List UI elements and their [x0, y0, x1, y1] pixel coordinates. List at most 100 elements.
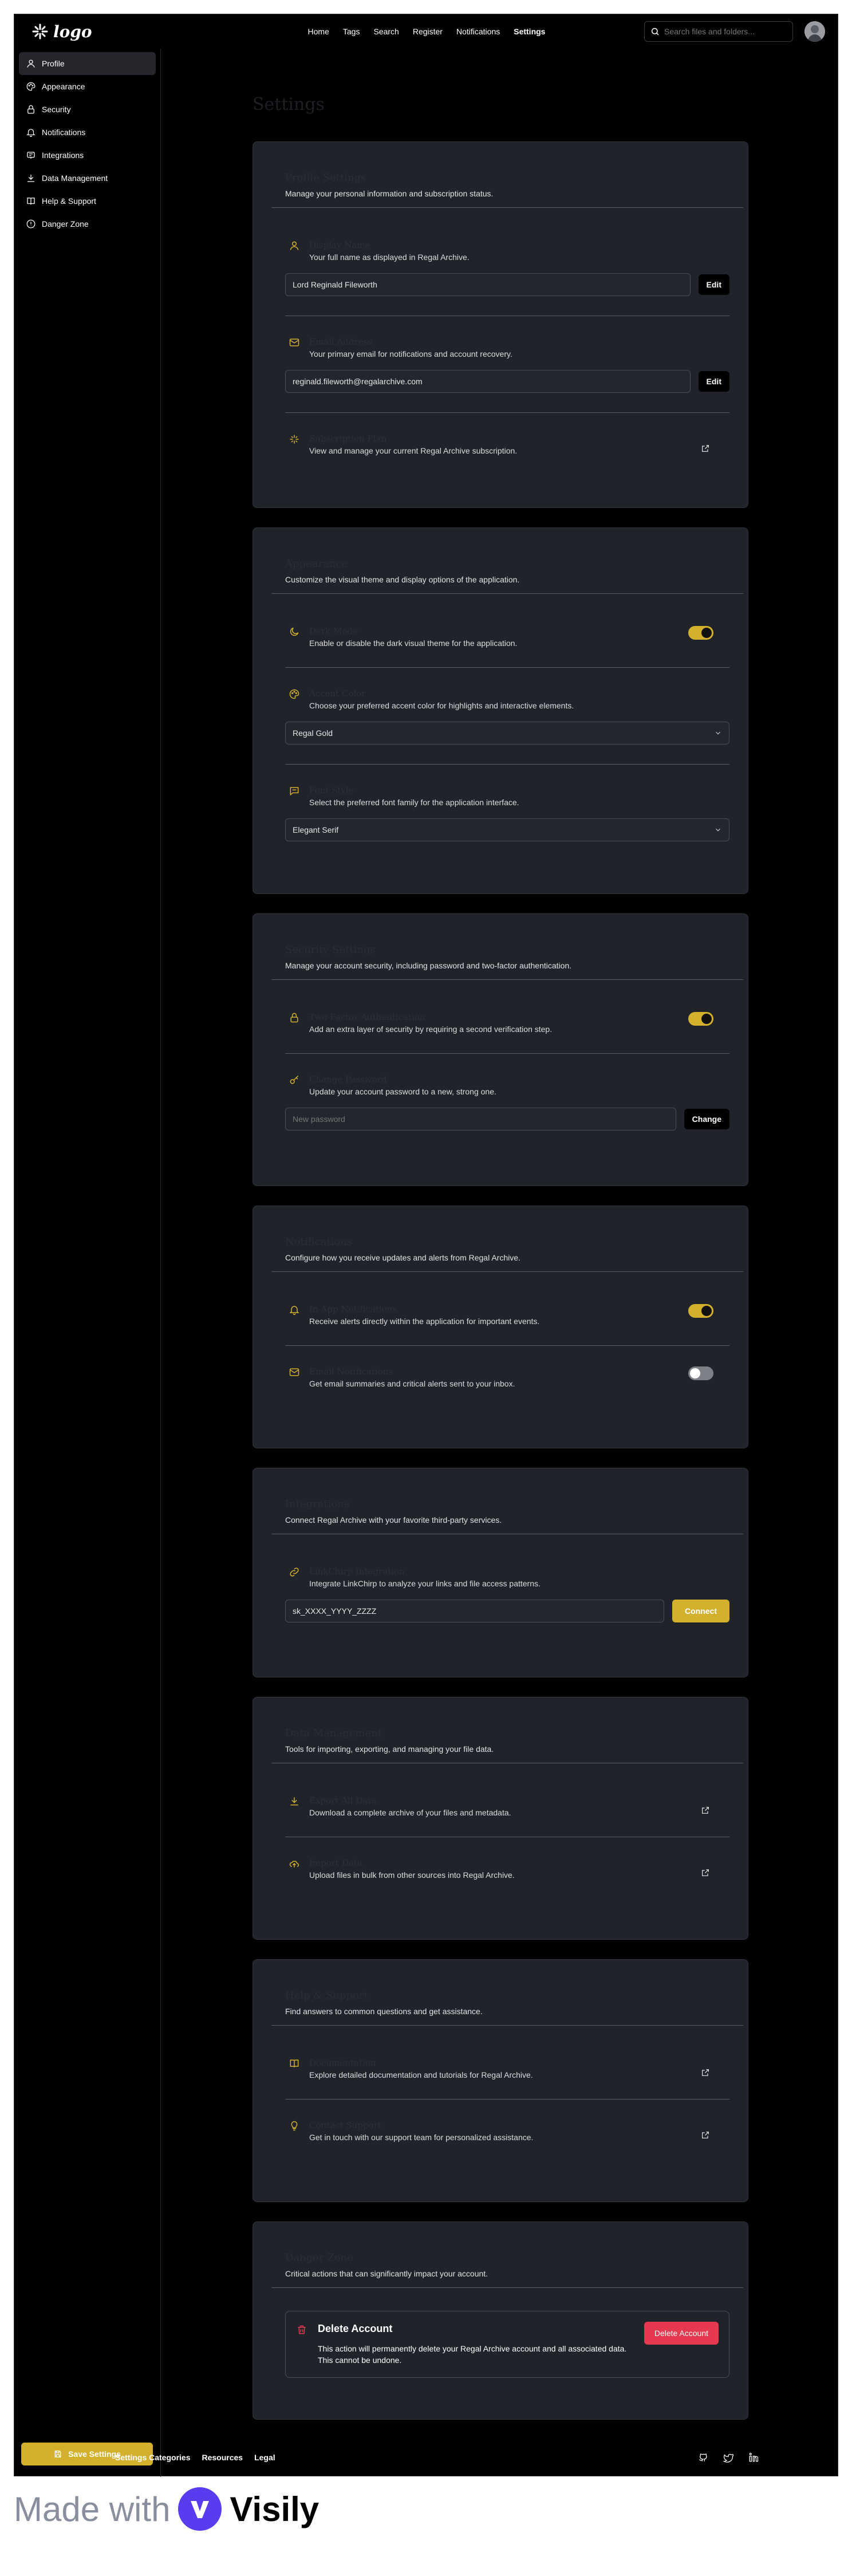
mail-icon: [289, 1366, 300, 1378]
external-link-icon[interactable]: [701, 2130, 710, 2140]
api-key-input[interactable]: [285, 1600, 664, 1622]
edit-name-button[interactable]: Edit: [698, 274, 729, 295]
download-icon: [289, 1795, 300, 1807]
email-setting: Email Address Your primary email for not…: [285, 337, 729, 393]
card-desc: Connect Regal Archive with your favorite…: [285, 1515, 502, 1525]
search-input[interactable]: [664, 27, 779, 36]
external-link-icon[interactable]: [701, 1868, 710, 1877]
logo[interactable]: logo: [31, 22, 92, 41]
setting-title: Import Data: [309, 1858, 362, 1868]
sidebar-item-danger-zone[interactable]: Danger Zone: [19, 212, 156, 235]
sidebar-item-data-management[interactable]: Data Management: [19, 167, 156, 190]
setting-desc: Upload files in bulk from other sources …: [309, 1870, 515, 1880]
nav-search[interactable]: Search: [373, 27, 399, 36]
select-value: Regal Gold: [293, 728, 333, 738]
card-desc: Customize the visual theme and display o…: [285, 575, 520, 584]
display-name-input[interactable]: [285, 273, 691, 296]
lock-icon: [27, 105, 34, 114]
moon-icon: [289, 626, 300, 637]
two-factor-toggle[interactable]: [688, 1012, 713, 1026]
setting-desc: Integrate LinkChirp to analyze your link…: [309, 1579, 541, 1588]
user-icon: [27, 60, 35, 68]
profile-card: Profile Settings Manage your personal in…: [253, 141, 748, 508]
sidebar-item-appearance[interactable]: Appearance: [19, 75, 156, 98]
accent-color-select[interactable]: Regal Gold: [285, 722, 729, 745]
footer-links: Settings Categories Resources Legal: [115, 2453, 275, 2462]
setting-title: LinkChirp Integration: [309, 1566, 405, 1577]
card-desc: Manage your personal information and sub…: [285, 189, 494, 198]
top-navbar: logo Home Tags Search Register Notificat…: [14, 14, 839, 49]
main-nav: Home Tags Search Register Notifications …: [308, 27, 546, 36]
card-title: Security Settings: [285, 944, 376, 956]
subscription-setting[interactable]: Subscription Plan View and manage your c…: [285, 434, 729, 455]
external-link-icon[interactable]: [701, 1806, 710, 1815]
palette-icon: [289, 688, 300, 700]
footer-link-legal[interactable]: Legal: [254, 2453, 275, 2462]
sidebar-item-profile[interactable]: Profile: [19, 52, 156, 75]
toggle-knob: [701, 628, 712, 638]
nav-home[interactable]: Home: [308, 27, 329, 36]
visily-v-mark: [191, 2501, 210, 2518]
sidebar-item-integrations[interactable]: Integrations: [19, 144, 156, 167]
setting-title: Documentation: [309, 2058, 376, 2068]
twitter-icon[interactable]: [723, 2452, 733, 2463]
in-app-notifications-toggle[interactable]: [688, 1304, 713, 1318]
link-icon: [289, 1566, 300, 1578]
sidebar-item-help-support[interactable]: Help & Support: [19, 190, 156, 212]
card-title: Help & Support: [285, 1990, 368, 2002]
delete-account-box: Delete Account This action will permanen…: [285, 2311, 729, 2378]
card-title: Notifications: [285, 1236, 353, 1248]
email-notifications-toggle[interactable]: [688, 1366, 713, 1380]
external-link-icon[interactable]: [701, 2068, 710, 2077]
card-desc: Manage your account security, including …: [285, 961, 572, 970]
social-links: [698, 2452, 759, 2463]
setting-title: Contact Support: [309, 2120, 381, 2130]
linkedin-icon[interactable]: [748, 2452, 759, 2463]
font-style-select[interactable]: Elegant Serif: [285, 818, 729, 841]
github-icon[interactable]: [698, 2452, 708, 2463]
card-title: Appearance: [285, 558, 348, 570]
setting-desc: Your primary email for notifications and…: [309, 349, 512, 359]
edit-email-button[interactable]: Edit: [698, 371, 729, 392]
documentation-setting[interactable]: Documentation Explore detailed documenta…: [285, 2058, 729, 2079]
divider: [285, 667, 729, 668]
nav-settings[interactable]: Settings: [514, 27, 545, 36]
footer-link-resources[interactable]: Resources: [202, 2453, 243, 2462]
nav-register[interactable]: Register: [413, 27, 443, 36]
card-desc: Find answers to common questions and get…: [285, 2007, 483, 2016]
sidebar-item-notifications[interactable]: Notifications: [19, 121, 156, 144]
sidebar-item-label: Notifications: [42, 128, 86, 137]
sidebar-item-security[interactable]: Security: [19, 98, 156, 121]
setting-title: Subscription Plan: [309, 434, 386, 444]
sidebar-item-label: Help & Support: [42, 196, 96, 206]
email-field[interactable]: [285, 370, 691, 393]
change-password-button[interactable]: Change: [684, 1109, 729, 1129]
avatar[interactable]: [804, 21, 825, 42]
external-link-icon[interactable]: [701, 444, 710, 453]
help-support-card: Help & Support Find answers to common qu…: [253, 1959, 748, 2202]
in-app-notifications-setting: In-App Notifications Receive alerts dire…: [285, 1304, 729, 1326]
nav-tags[interactable]: Tags: [343, 27, 360, 36]
card-desc: Critical actions that can significantly …: [285, 2269, 488, 2278]
setting-title: Change Password: [309, 1074, 387, 1085]
nav-notifications[interactable]: Notifications: [456, 27, 500, 36]
mail-icon: [289, 337, 300, 348]
two-factor-setting: Two-Factor Authentication Add an extra l…: [285, 1012, 729, 1034]
new-password-input[interactable]: [285, 1108, 676, 1131]
lightbulb-icon: [289, 2120, 300, 2132]
setting-desc: Explore detailed documentation and tutor…: [309, 2070, 533, 2079]
setting-desc: Select the preferred font family for the…: [309, 798, 519, 807]
app-frame: logo Home Tags Search Register Notificat…: [14, 14, 839, 2477]
dark-mode-toggle[interactable]: [688, 626, 713, 640]
trash-icon: [296, 2324, 307, 2338]
footer-link-settings-categories[interactable]: Settings Categories: [115, 2453, 190, 2462]
export-data-setting[interactable]: Export All Data Download a complete arch…: [285, 1795, 729, 1817]
setting-desc: Add an extra layer of security by requir…: [309, 1025, 553, 1034]
search-box[interactable]: [644, 21, 793, 42]
delete-account-button[interactable]: Delete Account: [644, 2322, 719, 2345]
contact-support-setting[interactable]: Contact Support Get in touch with our su…: [285, 2120, 729, 2142]
alert-icon: [26, 219, 36, 229]
import-data-setting[interactable]: Import Data Upload files in bulk from ot…: [285, 1858, 729, 1880]
setting-desc: Update your account password to a new, s…: [309, 1087, 496, 1096]
connect-button[interactable]: Connect: [672, 1600, 729, 1622]
